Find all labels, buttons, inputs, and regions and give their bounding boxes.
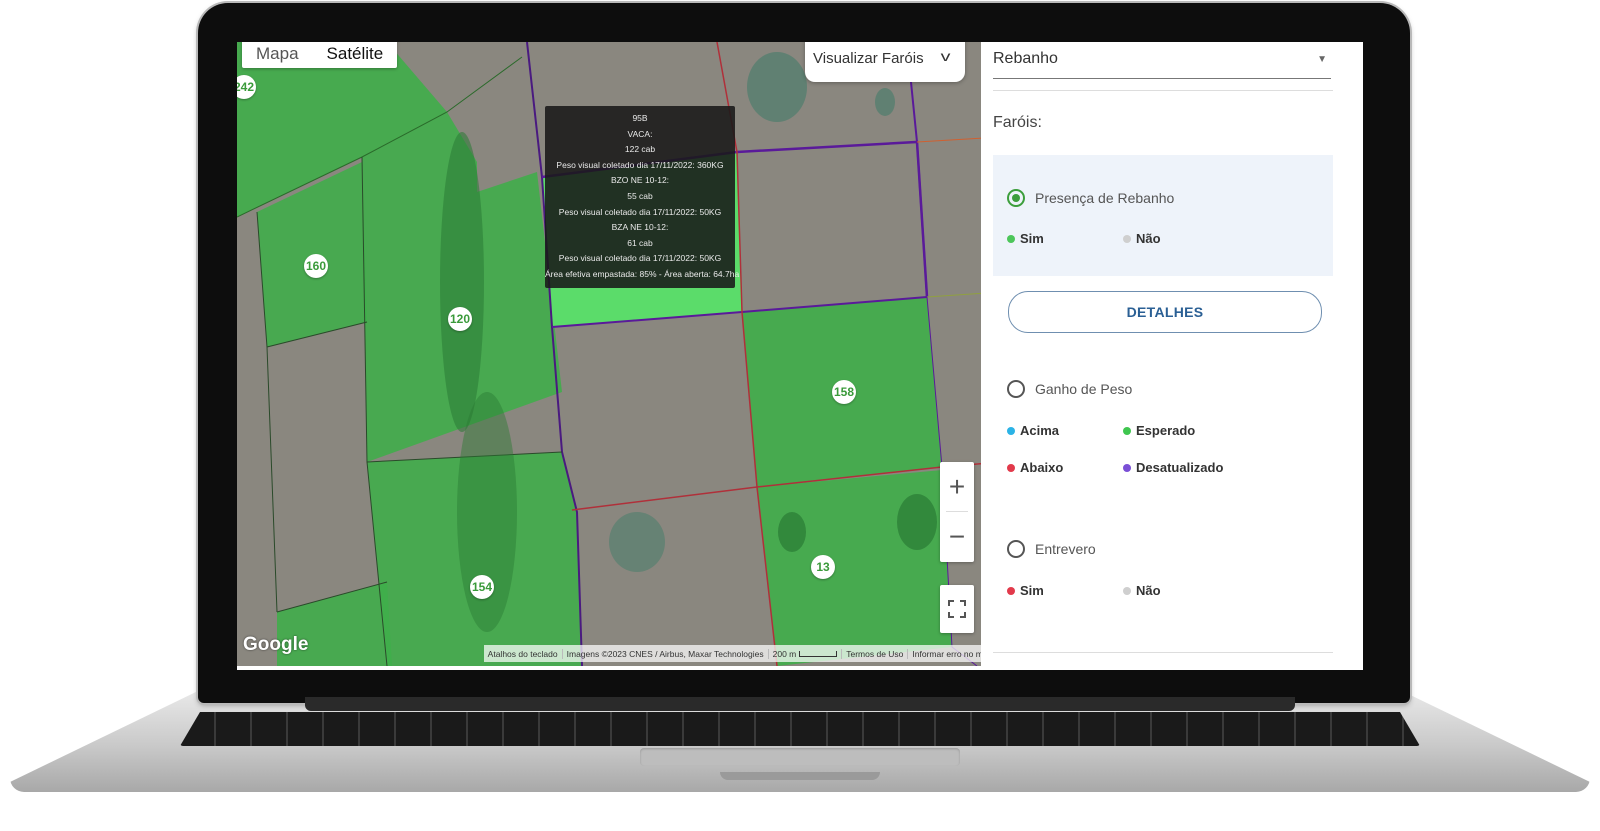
herd-select-value: Rebanho bbox=[993, 50, 1058, 67]
legend-item: Abaixo bbox=[1007, 460, 1063, 475]
tooltip-line: Peso visual coletado dia 17/11/2022: 50K… bbox=[558, 253, 722, 264]
zoom-in-button[interactable]: + bbox=[940, 462, 974, 511]
scale-bar bbox=[799, 651, 838, 658]
legend-dot bbox=[1007, 234, 1015, 243]
presenca-radio[interactable] bbox=[1007, 189, 1025, 207]
details-button[interactable]: DETALHES bbox=[1008, 291, 1322, 333]
presenca-radio-row[interactable]: Presença de Rebanho bbox=[1007, 189, 1174, 207]
legend-label: Acima bbox=[1020, 423, 1060, 438]
map-tab[interactable]: Mapa bbox=[242, 42, 313, 68]
tooltip-line: Área efetiva empastada: 85% - Área abert… bbox=[545, 268, 740, 279]
paddock-badge[interactable]: 120 bbox=[448, 307, 472, 331]
scale-label: 200 m bbox=[772, 648, 797, 659]
legend-label: Não bbox=[1136, 583, 1161, 598]
legend-dot bbox=[1007, 586, 1015, 595]
map-scale[interactable]: 200 m bbox=[767, 648, 842, 659]
herd-select[interactable]: Rebanho ▼ bbox=[993, 42, 1331, 79]
keyboard-shortcuts-link[interactable]: Atalhos do teclado bbox=[484, 649, 562, 659]
divider bbox=[993, 652, 1333, 653]
tooltip-line: 61 cab bbox=[627, 237, 653, 248]
ganho-label: Ganho de Peso bbox=[1035, 381, 1133, 397]
laptop-keyboard bbox=[180, 712, 1420, 746]
satellite-tab[interactable]: Satélite bbox=[313, 42, 398, 68]
legend-dot bbox=[1123, 234, 1131, 243]
tooltip-line: BZA NE 10-12: bbox=[611, 222, 669, 233]
paddock-badge[interactable]: 154 bbox=[470, 575, 494, 599]
entrevero-group: Entrevero Sim Não bbox=[993, 532, 1333, 602]
app-screen: Mapa Satélite Visualizar Faróis v 242 16… bbox=[237, 42, 1363, 670]
imagery-credit: Imagens ©2023 CNES / Airbus, Maxar Techn… bbox=[561, 648, 768, 659]
tooltip-line: 95B bbox=[632, 113, 648, 123]
farois-panel: Rebanho ▼ Faróis: Presença de Rebanho Si… bbox=[981, 42, 1337, 670]
legend-item: Não bbox=[1123, 583, 1161, 598]
legend-item: Não bbox=[1123, 231, 1161, 246]
legend-item: Acima bbox=[1007, 423, 1059, 438]
zoom-out-button[interactable]: − bbox=[940, 512, 974, 561]
legend-item: Desatualizado bbox=[1123, 460, 1223, 475]
legend-dot bbox=[1007, 426, 1015, 435]
map-attribution: Atalhos do teclado Imagens ©2023 CNES / … bbox=[483, 645, 1001, 662]
google-logo: Google bbox=[243, 634, 309, 655]
paddock-badge[interactable]: 158 bbox=[832, 380, 856, 404]
tooltip-line: Peso visual coletado dia 17/11/2022: 50K… bbox=[558, 206, 722, 217]
laptop-trackpad bbox=[640, 748, 960, 766]
paddock-tooltip: 95B VACA: 122 cab Peso visual coletado d… bbox=[545, 106, 740, 288]
terms-link[interactable]: Termos de Uso bbox=[841, 648, 907, 659]
ganho-group: Ganho de Peso Acima Esperado Abaixo Desa… bbox=[993, 372, 1333, 482]
presenca-group: Presença de Rebanho Sim Não bbox=[993, 155, 1333, 276]
paddock-badge[interactable]: 13 bbox=[811, 555, 835, 579]
legend-dot bbox=[1123, 463, 1131, 472]
legend-dot bbox=[1123, 586, 1131, 595]
legend-dot bbox=[1007, 463, 1015, 472]
tooltip-line: 122 cab bbox=[624, 144, 656, 155]
fullscreen-button[interactable] bbox=[940, 585, 974, 633]
legend-label: Sim bbox=[1020, 231, 1044, 246]
paddock-badge[interactable]: 160 bbox=[304, 254, 328, 278]
legend-label: Desatualizado bbox=[1136, 460, 1224, 475]
presenca-label: Presença de Rebanho bbox=[1035, 190, 1175, 206]
laptop-hinge bbox=[305, 697, 1295, 711]
legend-label: Sim bbox=[1020, 583, 1044, 598]
legend-dot bbox=[1123, 426, 1131, 435]
laptop-notch bbox=[720, 772, 880, 780]
legend-label: Esperado bbox=[1136, 423, 1196, 438]
entrevero-radio-row[interactable]: Entrevero bbox=[1007, 540, 1096, 558]
legend-item: Sim bbox=[1007, 583, 1044, 598]
view-farois-label: Visualizar Faróis bbox=[813, 50, 924, 67]
tooltip-line: Peso visual coletado dia 17/11/2022: 360… bbox=[556, 159, 724, 170]
legend-item: Sim bbox=[1007, 231, 1044, 246]
fullscreen-icon bbox=[948, 600, 966, 618]
entrevero-radio[interactable] bbox=[1007, 540, 1025, 558]
tooltip-line: BZO NE 10-12: bbox=[610, 175, 670, 186]
map-type-toggle: Mapa Satélite bbox=[242, 42, 398, 68]
divider bbox=[993, 90, 1333, 91]
farois-title: Faróis: bbox=[993, 114, 1042, 131]
legend-label: Não bbox=[1136, 231, 1161, 246]
tooltip-line: 55 cab bbox=[627, 190, 653, 201]
dropdown-arrow-icon: ▼ bbox=[1317, 54, 1327, 65]
legend-item: Esperado bbox=[1123, 423, 1195, 438]
tooltip-line: VACA: bbox=[627, 128, 653, 139]
view-farois-select[interactable]: Visualizar Faróis v bbox=[805, 42, 965, 82]
satellite-map[interactable]: Mapa Satélite Visualizar Faróis v 242 16… bbox=[237, 42, 1001, 666]
legend-label: Abaixo bbox=[1020, 460, 1064, 475]
chevron-down-icon: v bbox=[940, 48, 951, 64]
ganho-radio-row[interactable]: Ganho de Peso bbox=[1007, 380, 1132, 398]
zoom-control: + − bbox=[940, 462, 974, 562]
entrevero-label: Entrevero bbox=[1035, 541, 1096, 557]
ganho-radio[interactable] bbox=[1007, 380, 1025, 398]
